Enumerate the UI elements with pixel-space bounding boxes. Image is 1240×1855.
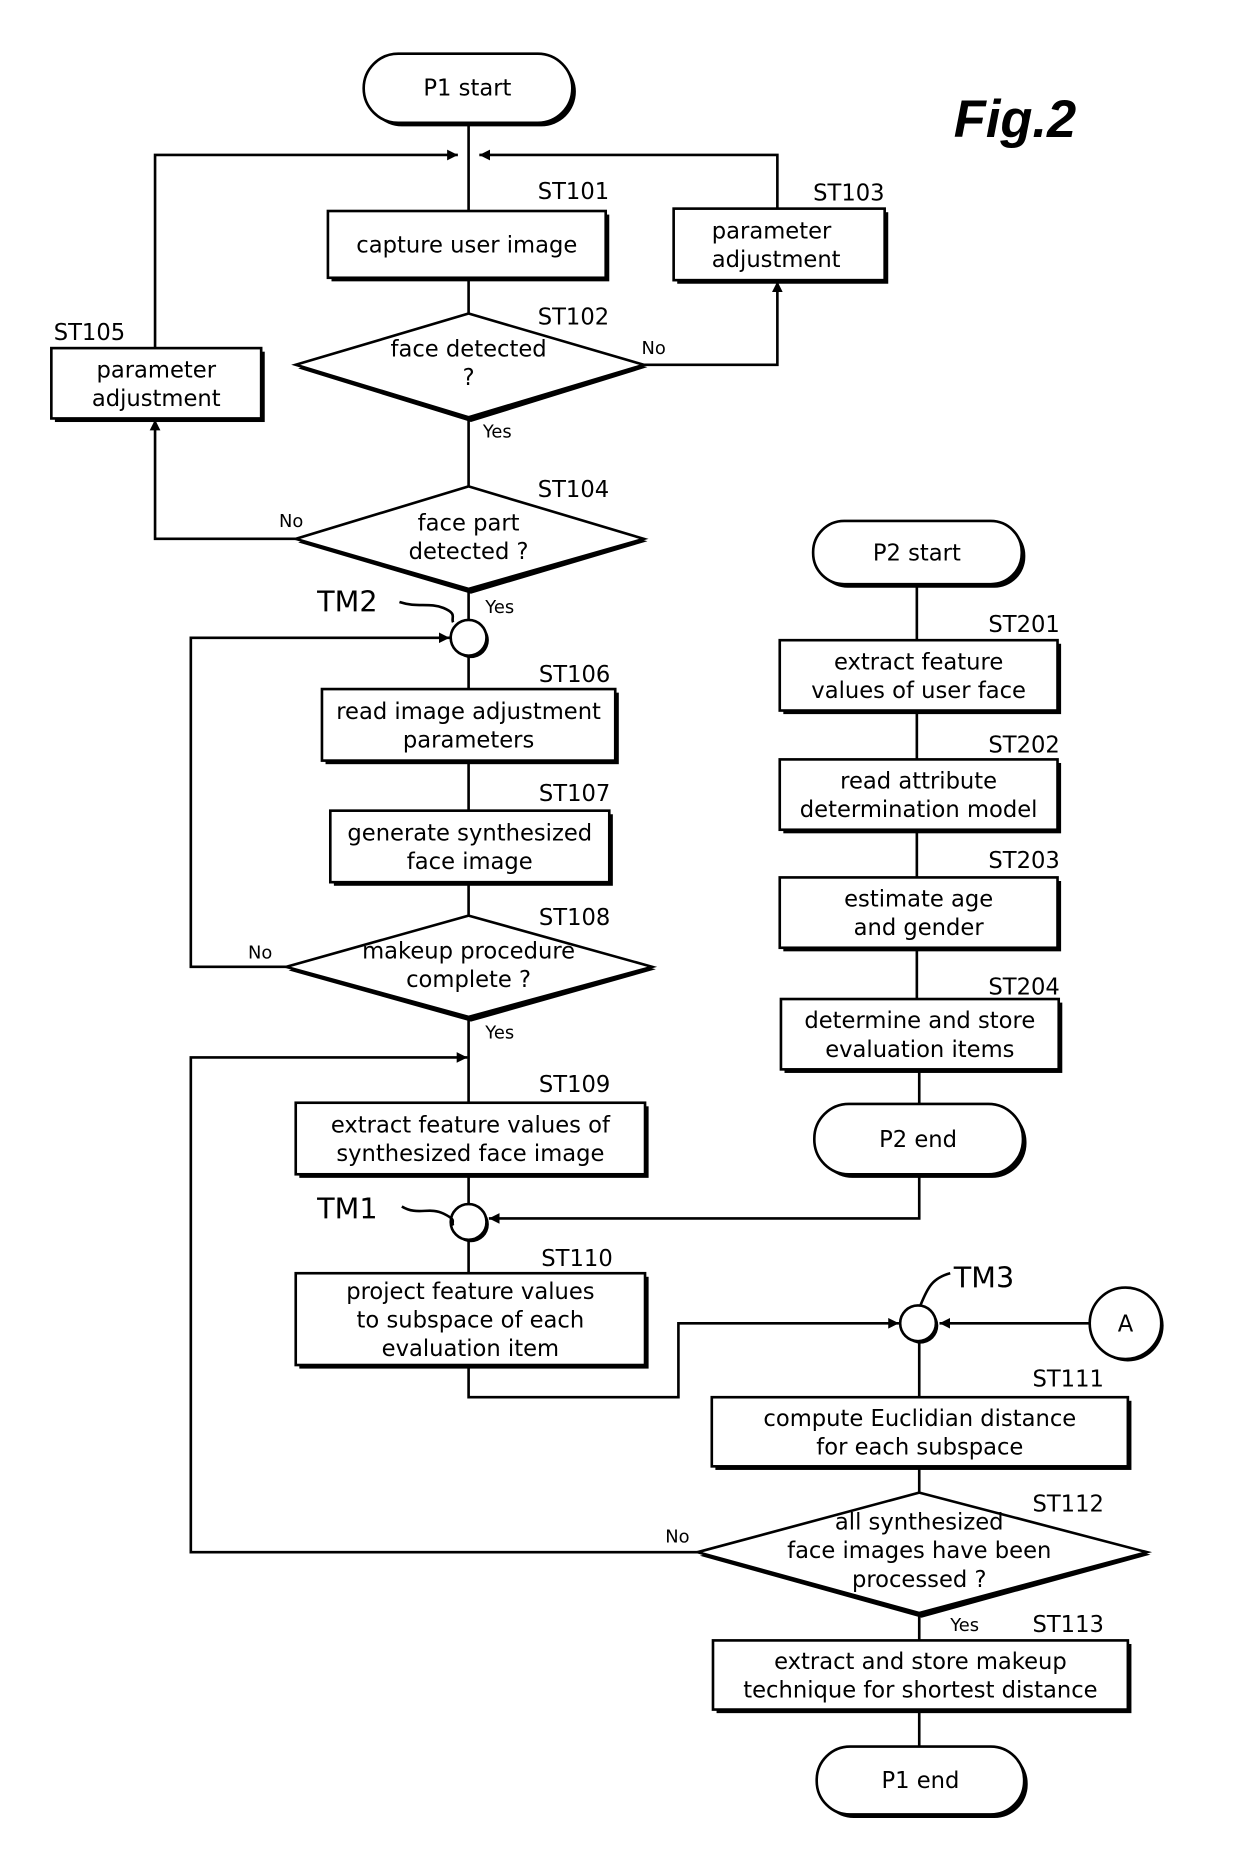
process-text-line: evaluation item <box>382 1336 559 1362</box>
decision-text-line: processed ? <box>852 1567 987 1593</box>
step-id-label: ST105 <box>54 320 125 346</box>
branch-no-st104: No <box>279 511 303 532</box>
terminal-p1-start: P1 start <box>362 52 576 127</box>
decision-text-line: all synthesized <box>835 1510 1004 1536</box>
decision-text-line: face detected <box>391 336 547 362</box>
process-text-line: read attribute <box>840 769 997 795</box>
step-id-label: ST107 <box>539 781 610 807</box>
step-id-label: ST102 <box>538 304 609 330</box>
process-box-st103: parameter adjustment <box>672 207 889 284</box>
process-text-line: compute Euclidian distance <box>763 1406 1076 1432</box>
decision-text-line: face images have been <box>787 1538 1051 1564</box>
process-box-st109: extract feature values ofsynthesized fac… <box>294 1101 649 1178</box>
terminal-label: P2 start <box>873 540 961 566</box>
junction-label-tm1: TM1 <box>316 1191 377 1225</box>
junction-tm2 <box>449 618 489 659</box>
terminal-p2-end: P2 end <box>813 1102 1027 1178</box>
step-id-label: ST106 <box>539 662 610 688</box>
branch-yes-st112: Yes <box>949 1615 979 1636</box>
decision-text-line: detected ? <box>409 539 529 565</box>
process-text-line: generate synthesized <box>347 820 592 846</box>
process-text-line: and gender <box>854 915 985 941</box>
edge-st103-loop <box>479 149 779 209</box>
process-text-line: for each subspace <box>816 1434 1023 1460</box>
decision-text-line: complete ? <box>406 967 531 993</box>
junction-tm3 <box>898 1304 939 1344</box>
step-id-label: ST108 <box>539 905 610 931</box>
leader-tm3 <box>919 1271 951 1306</box>
junction-tm1 <box>449 1202 489 1243</box>
process-text-line: capture user image <box>356 233 577 259</box>
process-text-line: synthesized face image <box>336 1141 604 1167</box>
branch-no-st102: No <box>641 338 665 359</box>
process-text-line: determine and store <box>804 1008 1035 1034</box>
edge-p2end-tm1 <box>488 1174 921 1224</box>
branch-no-st108: No <box>248 942 272 963</box>
process-box-st101: capture user image <box>326 209 610 282</box>
step-id-label: ST204 <box>988 974 1059 1000</box>
step-id-label: ST101 <box>538 179 609 205</box>
process-text-line: adjustment <box>712 247 841 273</box>
terminal-label: P1 start <box>423 75 511 101</box>
process-box-st105: parameter adjustment <box>50 346 265 423</box>
process-text-line: read image adjustment <box>336 699 601 725</box>
leader-tm1 <box>401 1205 455 1227</box>
process-text-line: estimate age <box>844 887 993 913</box>
process-box-st201: extract feature values of user face <box>778 638 1062 715</box>
process-text-line: to subspace of each <box>357 1307 585 1333</box>
branch-yes-st108: Yes <box>484 1022 514 1043</box>
junction-label-tm2: TM2 <box>316 585 377 619</box>
process-text-line: extract feature values of <box>331 1113 611 1139</box>
terminal-label: P1 end <box>881 1768 959 1794</box>
step-id-label: ST203 <box>988 848 1059 874</box>
process-text-line: determination model <box>800 797 1038 823</box>
terminal-p2-start: P2 start <box>811 519 1026 588</box>
process-text-line: technique for shortest distance <box>743 1678 1097 1704</box>
branch-yes-st104: Yes <box>484 597 514 618</box>
decision-text-line: makeup procedure <box>362 938 575 964</box>
process-box-st111: compute Euclidian distancefor each subsp… <box>710 1395 1132 1470</box>
process-text-line: evaluation items <box>825 1037 1014 1063</box>
process-text-line: values of user face <box>811 678 1026 704</box>
process-text-line: project feature values <box>346 1279 594 1305</box>
process-box-st202: read attributedetermination model <box>778 758 1062 834</box>
edge-st104-no <box>149 419 296 541</box>
connector-a-label: A <box>1118 1312 1134 1338</box>
terminal-p1-end: P1 end <box>815 1745 1028 1819</box>
step-id-label: ST104 <box>538 477 609 503</box>
figure-title: Fig.2 <box>954 91 1076 149</box>
step-id-label: ST110 <box>541 1246 612 1272</box>
leader-tm2 <box>399 600 455 623</box>
process-box-st107: generate synthesized face image <box>328 809 613 886</box>
branch-yes-st102: Yes <box>482 422 512 443</box>
step-id-label: ST103 <box>813 180 884 206</box>
process-box-st204: determine and store evaluation items <box>779 997 1063 1073</box>
process-text-line: parameter <box>96 357 216 383</box>
junction-label-tm3: TM3 <box>953 1261 1014 1295</box>
connector-a: A <box>1088 1286 1164 1362</box>
process-box-st110: project feature valuesto subspace of eac… <box>294 1271 649 1369</box>
process-text-line: adjustment <box>92 386 221 412</box>
terminal-label: P2 end <box>879 1127 957 1153</box>
step-id-label: ST111 <box>1032 1366 1103 1392</box>
edge-st108-no <box>189 632 450 969</box>
decision-st108: makeup procedure complete ? <box>281 914 658 1022</box>
flowchart: Fig.2 P1 start P1 end P2 start P2 end ca… <box>50 52 1164 1819</box>
process-text-line: parameters <box>403 727 534 753</box>
decision-text-line: ? <box>463 365 475 391</box>
process-text-line: face image <box>407 849 533 875</box>
step-id-label: ST202 <box>988 732 1059 758</box>
process-box-st113: extract and store makeup technique for sh… <box>711 1639 1132 1714</box>
step-id-label: ST109 <box>539 1072 610 1098</box>
decision-text-line: face part <box>418 511 520 537</box>
step-id-label: ST112 <box>1032 1492 1103 1518</box>
branch-no-st112: No <box>665 1527 689 1548</box>
step-id-label: ST113 <box>1032 1612 1103 1638</box>
step-id-label: ST201 <box>988 612 1059 638</box>
process-box-st203: estimate ageand gender <box>778 876 1062 952</box>
process-text-line: extract and store makeup <box>774 1649 1067 1675</box>
process-text-line: extract feature <box>834 649 1003 675</box>
process-box-st106: read image adjustmentparameters <box>320 687 619 765</box>
process-text-line: parameter <box>712 218 832 244</box>
